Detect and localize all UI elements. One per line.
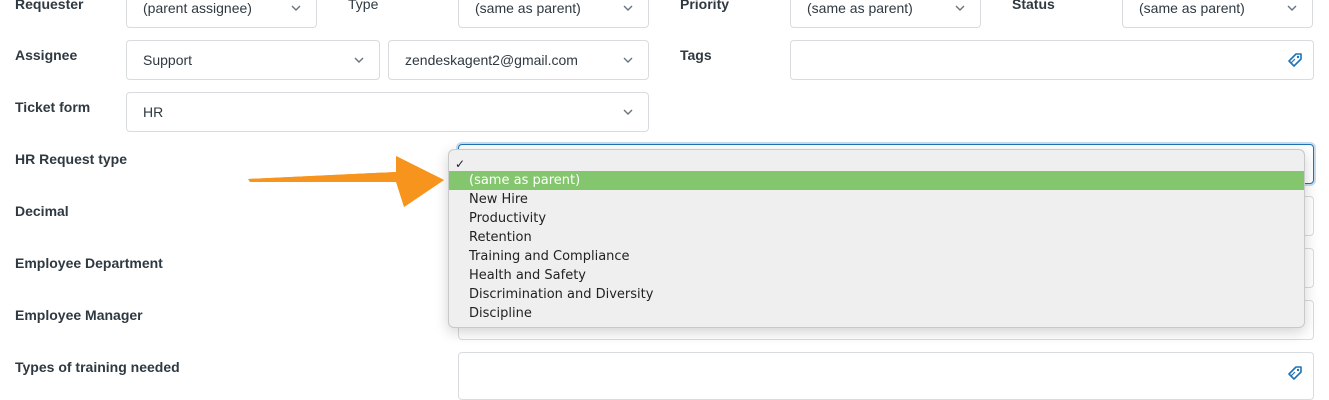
tag-icon [1288, 366, 1302, 380]
option-label: New Hire [469, 192, 528, 207]
ticket-form-select[interactable]: HR [126, 92, 649, 132]
dropdown-option-discipline[interactable]: Discipline [449, 304, 1304, 323]
tags-label: Tags [680, 47, 712, 63]
dropdown-option-retention[interactable]: Retention [449, 228, 1304, 247]
dropdown-option-discrimination-and-diversity[interactable]: Discrimination and Diversity [449, 285, 1304, 304]
assignee-group-value: Support [143, 52, 193, 68]
employee-manager-label: Employee Manager [15, 307, 143, 323]
ticket-form-value: HR [143, 104, 164, 120]
chevron-down-icon [1287, 5, 1297, 11]
dropdown-option-health-and-safety[interactable]: Health and Safety [449, 266, 1304, 285]
chevron-down-icon [623, 5, 633, 11]
tags-input[interactable] [790, 40, 1314, 80]
ticket-form-label: Ticket form [15, 99, 91, 115]
pointer-arrow-icon [248, 156, 444, 207]
tag-icon [1288, 53, 1302, 67]
hr-request-type-label: HR Request type [15, 151, 128, 167]
requester-select[interactable]: (parent assignee) [126, 0, 317, 28]
chevron-down-icon [291, 5, 301, 11]
dropdown-option-productivity[interactable]: Productivity [449, 209, 1304, 228]
priority-select[interactable]: (same as parent) [790, 0, 981, 28]
option-label: Discipline [469, 306, 532, 321]
dropdown-option-empty[interactable]: ✓ [449, 152, 1304, 171]
assignee-agent-value: zendeskagent2@gmail.com [405, 52, 578, 68]
dropdown-option-same-as-parent[interactable]: (same as parent) [449, 171, 1304, 190]
types-of-training-label: Types of training needed [15, 359, 180, 375]
hr-request-type-dropdown[interactable]: ✓ (same as parent) New Hire Productivity… [448, 149, 1305, 328]
chevron-down-icon [623, 57, 633, 63]
assignee-agent-select[interactable]: zendeskagent2@gmail.com [388, 40, 649, 80]
priority-label: Priority [680, 0, 730, 12]
type-value: (same as parent) [475, 0, 581, 16]
option-label: Health and Safety [469, 268, 586, 283]
chevron-down-icon [623, 109, 633, 115]
types-of-training-input[interactable] [458, 352, 1314, 400]
dropdown-option-training-and-compliance[interactable]: Training and Compliance [449, 247, 1304, 266]
chevron-down-icon [955, 5, 965, 11]
status-label: Status [1012, 0, 1055, 12]
option-label: Discrimination and Diversity [469, 287, 654, 302]
status-select[interactable]: (same as parent) [1122, 0, 1313, 28]
option-label: Retention [469, 230, 532, 245]
type-label: Type [348, 0, 379, 12]
requester-label: Requester [15, 0, 84, 12]
assignee-group-select[interactable]: Support [126, 40, 380, 80]
option-label: (same as parent) [469, 173, 581, 188]
option-label: Productivity [469, 211, 547, 226]
assignee-label: Assignee [15, 47, 78, 63]
priority-value: (same as parent) [807, 0, 913, 16]
decimal-label: Decimal [15, 203, 69, 219]
option-label: Training and Compliance [469, 249, 630, 264]
status-value: (same as parent) [1139, 0, 1245, 16]
requester-value: (parent assignee) [143, 0, 252, 16]
employee-department-label: Employee Department [15, 255, 163, 271]
dropdown-option-new-hire[interactable]: New Hire [449, 190, 1304, 209]
type-select[interactable]: (same as parent) [458, 0, 649, 28]
chevron-down-icon [354, 57, 364, 63]
